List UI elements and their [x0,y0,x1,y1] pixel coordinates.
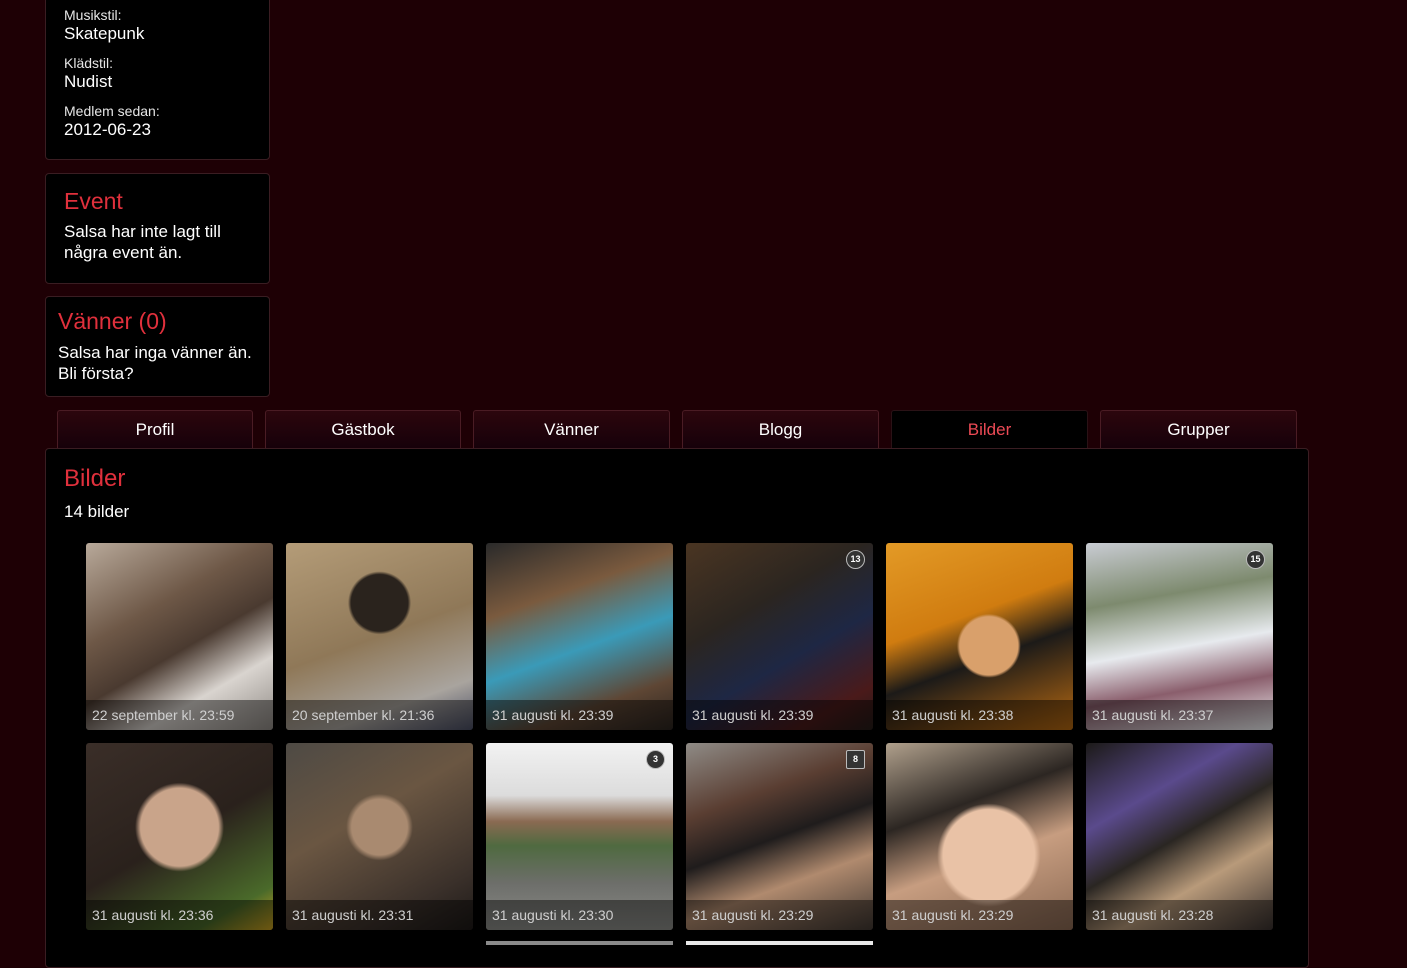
photo-count-badge: 8 [846,750,865,769]
tab-bilder[interactable]: Bilder [891,410,1088,450]
event-heading: Event [64,188,123,214]
photo-thumbnail[interactable]: 8 31 augusti kl. 23:29 [686,743,873,930]
photo-thumbnail[interactable]: 31 augusti kl. 23:28 [1086,743,1273,930]
event-box: Event Salsa har inte lagt till några eve… [45,173,270,284]
photo-thumbnail-partial[interactable] [486,941,673,945]
photo-thumbnail[interactable]: 13 31 augusti kl. 23:39 [686,543,873,730]
become-first-friend-link[interactable]: Bli första? [58,363,134,384]
tab-grupper[interactable]: Grupper [1100,410,1297,449]
photo-count-badge: 3 [646,750,665,769]
photo-caption: 31 augusti kl. 23:39 [486,700,673,730]
photo-caption: 22 september kl. 23:59 [86,700,273,730]
tab-gastbok[interactable]: Gästbok [265,410,461,449]
member-since-value: 2012-06-23 [64,120,151,139]
photo-caption: 20 september kl. 21:36 [286,700,473,730]
photo-thumbnail[interactable]: 31 augusti kl. 23:38 [886,543,1073,730]
photo-caption: 31 augusti kl. 23:39 [686,700,873,730]
friends-heading: Vänner (0) [58,308,167,334]
friends-box: Vänner (0) Salsa har inga vänner än. Bli… [45,296,270,397]
photo-thumbnail-partial[interactable] [686,941,873,945]
music-style-value: Skatepunk [64,24,145,43]
clothing-style-value: Nudist [64,72,113,91]
photo-count-badge: 15 [1246,550,1265,569]
photo-thumbnail[interactable]: 22 september kl. 23:59 [86,543,273,730]
pictures-count: 14 bilder [64,502,130,521]
event-text-line2: några event än. [64,243,183,262]
photo-count-badge: 13 [846,550,865,569]
photo-caption: 31 augusti kl. 23:36 [86,900,273,930]
clothing-style-label: Klädstil: [64,55,114,71]
photo-thumbnail[interactable]: 31 augusti kl. 23:36 [86,743,273,930]
pictures-heading: Bilder [64,465,126,492]
member-since-label: Medlem sedan: [64,103,160,119]
photo-caption: 31 augusti kl. 23:29 [886,900,1073,930]
photo-thumbnail[interactable]: 31 augusti kl. 23:31 [286,743,473,930]
tab-vanner[interactable]: Vänner [473,410,670,449]
tab-blogg[interactable]: Blogg [682,410,879,449]
photo-caption: 31 augusti kl. 23:28 [1086,900,1273,930]
photo-caption: 31 augusti kl. 23:38 [886,700,1073,730]
photo-caption: 31 augusti kl. 23:30 [486,900,673,930]
photo-caption: 31 augusti kl. 23:37 [1086,700,1273,730]
profile-info-box: Musikstil: Skatepunk Klädstil: Nudist Me… [45,0,270,160]
photo-caption: 31 augusti kl. 23:29 [686,900,873,930]
friends-text-line1: Salsa har inga vänner än. [58,343,252,362]
photo-thumbnail[interactable]: 31 augusti kl. 23:29 [886,743,1073,930]
photo-thumbnail[interactable]: 3 31 augusti kl. 23:30 [486,743,673,930]
event-text-line1: Salsa har inte lagt till [64,222,221,241]
photo-caption: 31 augusti kl. 23:31 [286,900,473,930]
photo-thumbnail[interactable]: 20 september kl. 21:36 [286,543,473,730]
tab-profil[interactable]: Profil [57,410,253,449]
photo-thumbnail[interactable]: 15 31 augusti kl. 23:37 [1086,543,1273,730]
photo-thumbnail[interactable]: 31 augusti kl. 23:39 [486,543,673,730]
music-style-label: Musikstil: [64,7,122,23]
